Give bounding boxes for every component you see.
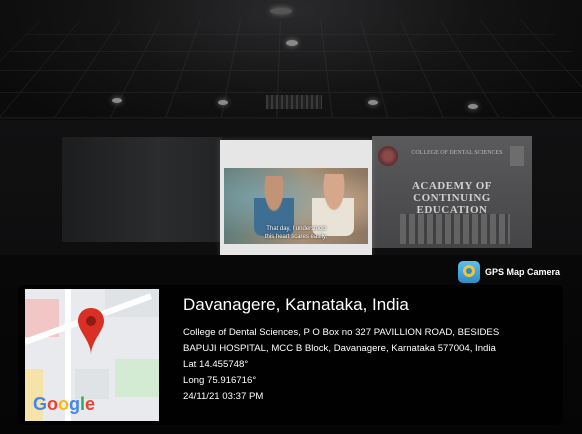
banner-title: ACADEMY OF CONTINUING EDUCATION [411,180,493,216]
address-line-1: College of Dental Sciences, P O Box no 3… [183,327,500,338]
ceiling-light [286,40,298,46]
geotag-panel: Google Davanagere, Karnataka, India Coll… [18,285,563,425]
google-logo: Google [33,394,96,414]
projector [270,8,292,14]
banner-college-text: COLLEGE OF DENTAL SCIENCES [411,150,503,156]
subtitle-line-1: That day, I understood [266,226,326,232]
location-details: College of Dental Sciences, P O Box no 3… [183,325,553,405]
timestamp: 24/11/21 03:37 PM [183,391,264,402]
emblem-icon [510,146,524,166]
subtitle-line-2: this heart scares easily. [264,234,328,240]
ceiling-light [368,100,378,105]
projection-screen: That day, I understood this heart scares… [220,140,372,258]
longitude: Long 75.916716° [183,375,257,386]
ceiling-light [112,98,122,103]
latitude: Lat 14.455748° [183,359,249,370]
academy-banner: COLLEGE OF DENTAL SCIENCES ACADEMY OF CO… [372,136,532,248]
ceiling [0,0,582,140]
map-thumbnail: Google [25,289,159,421]
address-line-2: BAPUJI HOSPITAL, MCC B Block, Davanagere… [183,343,496,354]
app-name: GPS Map Camera [485,267,561,277]
building-image [400,214,510,244]
map-park [115,359,159,397]
movie-frame: That day, I understood this heart scares… [224,168,368,244]
gps-camera-app-icon [458,261,480,283]
map-pin-icon [78,308,104,355]
ceiling-light [468,104,478,109]
college-seal-icon [378,146,398,166]
ceiling-light [218,100,228,105]
gps-app-badge: GPS Map Camera [458,260,560,284]
location-city: Davanagere, Karnataka, India [183,295,409,314]
wall-panel [62,137,222,242]
ceiling-vent [266,95,322,109]
